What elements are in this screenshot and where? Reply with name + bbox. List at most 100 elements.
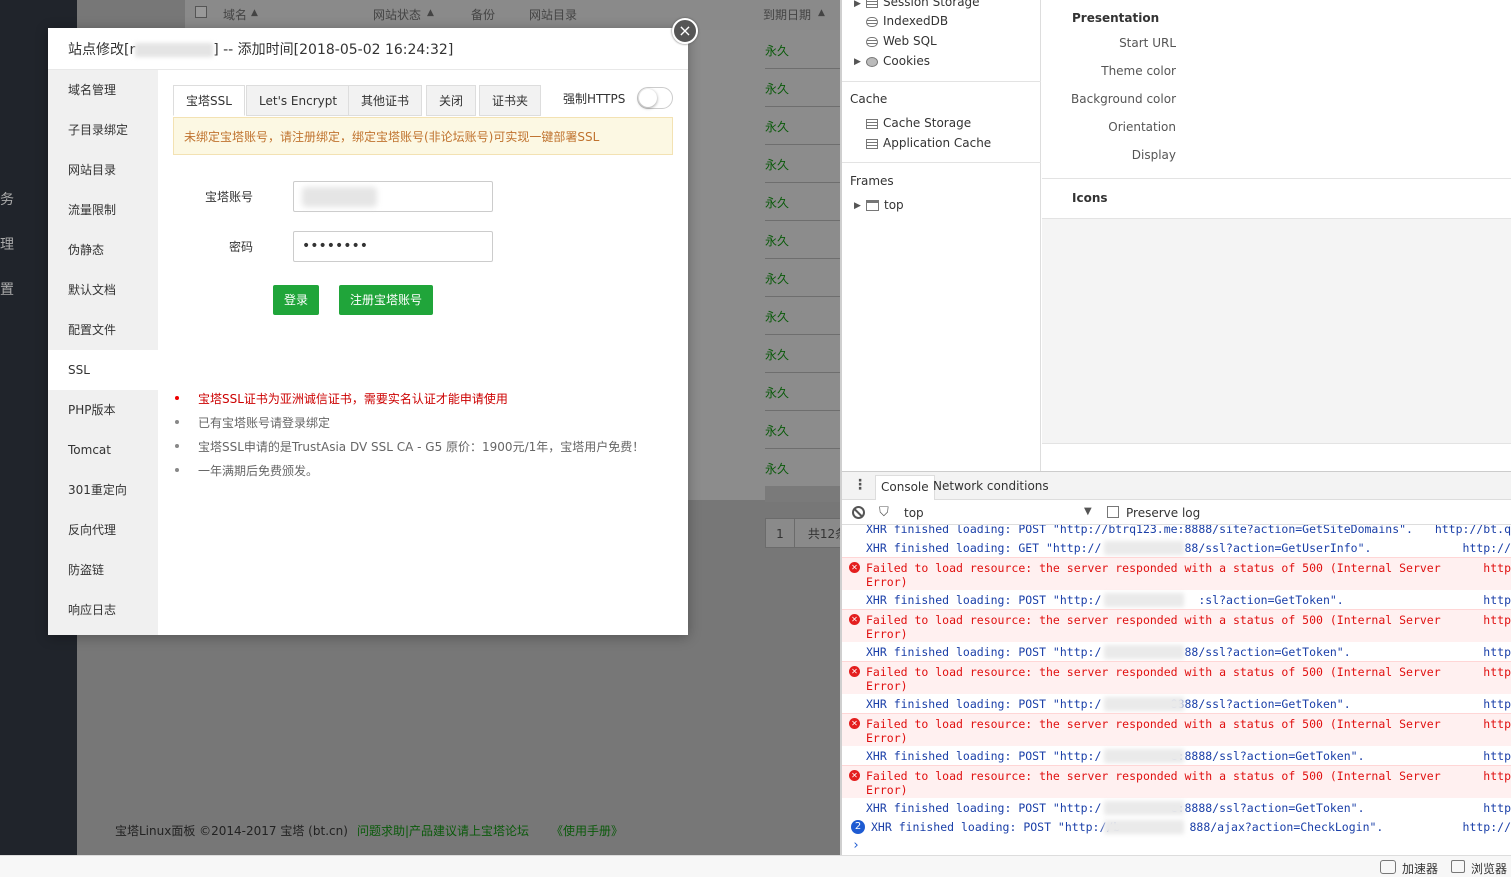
console-filter-bar: ⛉ top ▼ Preserve log	[842, 501, 1511, 525]
close-icon[interactable]: ×	[672, 18, 698, 44]
expire-cell[interactable]: 永久	[765, 80, 789, 97]
nav-item[interactable]: 网站目录	[48, 150, 158, 190]
log-message[interactable]: Failed to load resource: the server resp…	[866, 613, 1441, 641]
login-button[interactable]: 登录	[273, 285, 319, 315]
tab-lets-encrypt[interactable]: Let's Encrypt	[246, 85, 351, 116]
log-message[interactable]: Failed to load resource: the server resp…	[866, 717, 1441, 745]
nav-item[interactable]: SSL	[48, 350, 158, 390]
tree-cache-storage[interactable]: Cache Storage	[866, 116, 971, 130]
sidebar-glyph[interactable]: 务	[0, 192, 14, 208]
tree-cookies[interactable]: Cookies	[866, 54, 930, 68]
accelerator-icon[interactable]	[1380, 860, 1396, 874]
expand-icon[interactable]: ▶	[854, 201, 861, 211]
tab-bt-ssl[interactable]: 宝塔SSL	[173, 85, 245, 116]
tab-network-conditions[interactable]: Network conditions	[933, 479, 1049, 493]
expire-cell[interactable]: 永久	[765, 460, 789, 477]
expire-cell[interactable]: 永久	[765, 384, 789, 401]
tab-other-cert[interactable]: 其他证书	[348, 85, 423, 116]
expire-cell[interactable]: 永久	[765, 232, 789, 249]
sidebar-glyph[interactable]: 理	[0, 237, 14, 253]
nav-item[interactable]: 子目录绑定	[48, 110, 158, 150]
tree-websql[interactable]: Web SQL	[866, 34, 937, 48]
tab-close[interactable]: 关闭	[426, 85, 477, 116]
tree-frame-top[interactable]: top	[866, 198, 904, 212]
expire-cell[interactable]: 永久	[765, 422, 789, 439]
redacted-host	[1104, 541, 1184, 555]
nav-item[interactable]: PHP版本	[48, 390, 158, 430]
tree-indexeddb[interactable]: IndexedDB	[866, 14, 948, 28]
expire-cell[interactable]: 永久	[765, 346, 789, 363]
tab-cert-folder[interactable]: 证书夹	[479, 85, 542, 116]
log-message[interactable]: Failed to load resource: the server resp…	[866, 769, 1441, 797]
expire-cell[interactable]: 永久	[765, 308, 789, 325]
log-source-link[interactable]: http	[1483, 593, 1511, 607]
nav-item[interactable]: 默认文档	[48, 270, 158, 310]
more-menu-icon[interactable]: ⋮	[853, 477, 867, 493]
nav-item[interactable]: 301重定向	[48, 470, 158, 510]
sort-asc-icon[interactable]: ▲	[251, 8, 258, 18]
log-source-link[interactable]: http	[1483, 697, 1511, 711]
expire-cell[interactable]: 永久	[765, 118, 789, 135]
nav-item[interactable]: 反向代理	[48, 510, 158, 550]
nav-item[interactable]: 配置文件	[48, 310, 158, 350]
browser-label[interactable]: 浏览器	[1471, 860, 1507, 877]
log-source-link[interactable]: http://	[1463, 541, 1511, 555]
expire-cell[interactable]: 永久	[765, 270, 789, 287]
cache-heading: Cache	[850, 92, 888, 106]
expand-icon[interactable]: ▶	[854, 0, 861, 9]
chevron-down-icon[interactable]: ▼	[1084, 506, 1092, 517]
browser-icon[interactable]	[1451, 860, 1465, 873]
account-input[interactable]	[293, 181, 493, 212]
nav-item[interactable]: 域名管理	[48, 70, 158, 110]
header-domain[interactable]: 域名	[223, 6, 247, 23]
expand-icon[interactable]: ▶	[854, 57, 861, 67]
divider	[1042, 178, 1511, 179]
log-message[interactable]: Failed to load resource: the server resp…	[866, 665, 1441, 693]
nav-item[interactable]: 流量限制	[48, 190, 158, 230]
console-prompt[interactable]: ›	[852, 838, 860, 853]
clear-console-icon[interactable]	[852, 506, 865, 519]
accelerator-label[interactable]: 加速器	[1402, 860, 1438, 877]
sidebar-glyph[interactable]: 置	[0, 282, 14, 298]
manual-link[interactable]: 《使用手册》	[551, 822, 623, 839]
log-source-link[interactable]: http	[1483, 665, 1511, 679]
redacted-host	[1104, 801, 1184, 815]
select-all-checkbox[interactable]	[195, 6, 207, 18]
nav-item[interactable]: 防盗链	[48, 550, 158, 590]
expire-cell[interactable]: 永久	[765, 42, 789, 59]
force-https-toggle[interactable]	[637, 87, 673, 109]
sort-asc-icon[interactable]: ▲	[427, 8, 434, 18]
nav-item[interactable]: 伪静态	[48, 230, 158, 270]
preserve-log-checkbox[interactable]	[1107, 506, 1119, 518]
cookie-icon	[866, 56, 878, 67]
tree-application-cache[interactable]: Application Cache	[866, 136, 991, 150]
forum-link[interactable]: 问题求助|产品建议请上宝塔论坛	[357, 822, 529, 839]
log-source-link[interactable]: http	[1483, 613, 1511, 627]
nav-item[interactable]: 响应日志	[48, 590, 158, 630]
storage-icon	[866, 118, 878, 129]
log-source-link[interactable]: http	[1483, 645, 1511, 659]
filter-icon[interactable]: ⛉	[879, 505, 889, 520]
register-button[interactable]: 注册宝塔账号	[339, 285, 433, 315]
log-source-link[interactable]: http	[1483, 717, 1511, 731]
tab-console[interactable]: Console	[875, 475, 935, 500]
log-source-link[interactable]: http://bt.q	[1435, 525, 1511, 536]
sort-asc-icon[interactable]: ▲	[818, 8, 825, 18]
expire-cell[interactable]: 永久	[765, 194, 789, 211]
log-source-link[interactable]: http	[1483, 801, 1511, 815]
expire-cell[interactable]: 永久	[765, 156, 789, 173]
context-select[interactable]: top	[904, 506, 924, 520]
log-message[interactable]: XHR finished loading: POST "http://btrq1…	[866, 525, 1413, 536]
log-source-link[interactable]: http	[1483, 561, 1511, 575]
password-input[interactable]: ••••••••	[293, 231, 493, 262]
tree-session-storage[interactable]: Session Storage	[866, 0, 980, 9]
log-source-link[interactable]: http	[1483, 769, 1511, 783]
header-expire[interactable]: 到期日期	[763, 6, 811, 23]
redacted-host	[1104, 697, 1184, 711]
header-status[interactable]: 网站状态	[373, 6, 421, 23]
nav-item[interactable]: Tomcat	[48, 430, 158, 470]
log-source-link[interactable]: http://	[1463, 820, 1511, 834]
page-number[interactable]: 1	[765, 518, 795, 548]
log-message[interactable]: Failed to load resource: the server resp…	[866, 561, 1441, 589]
log-source-link[interactable]: http	[1483, 749, 1511, 763]
